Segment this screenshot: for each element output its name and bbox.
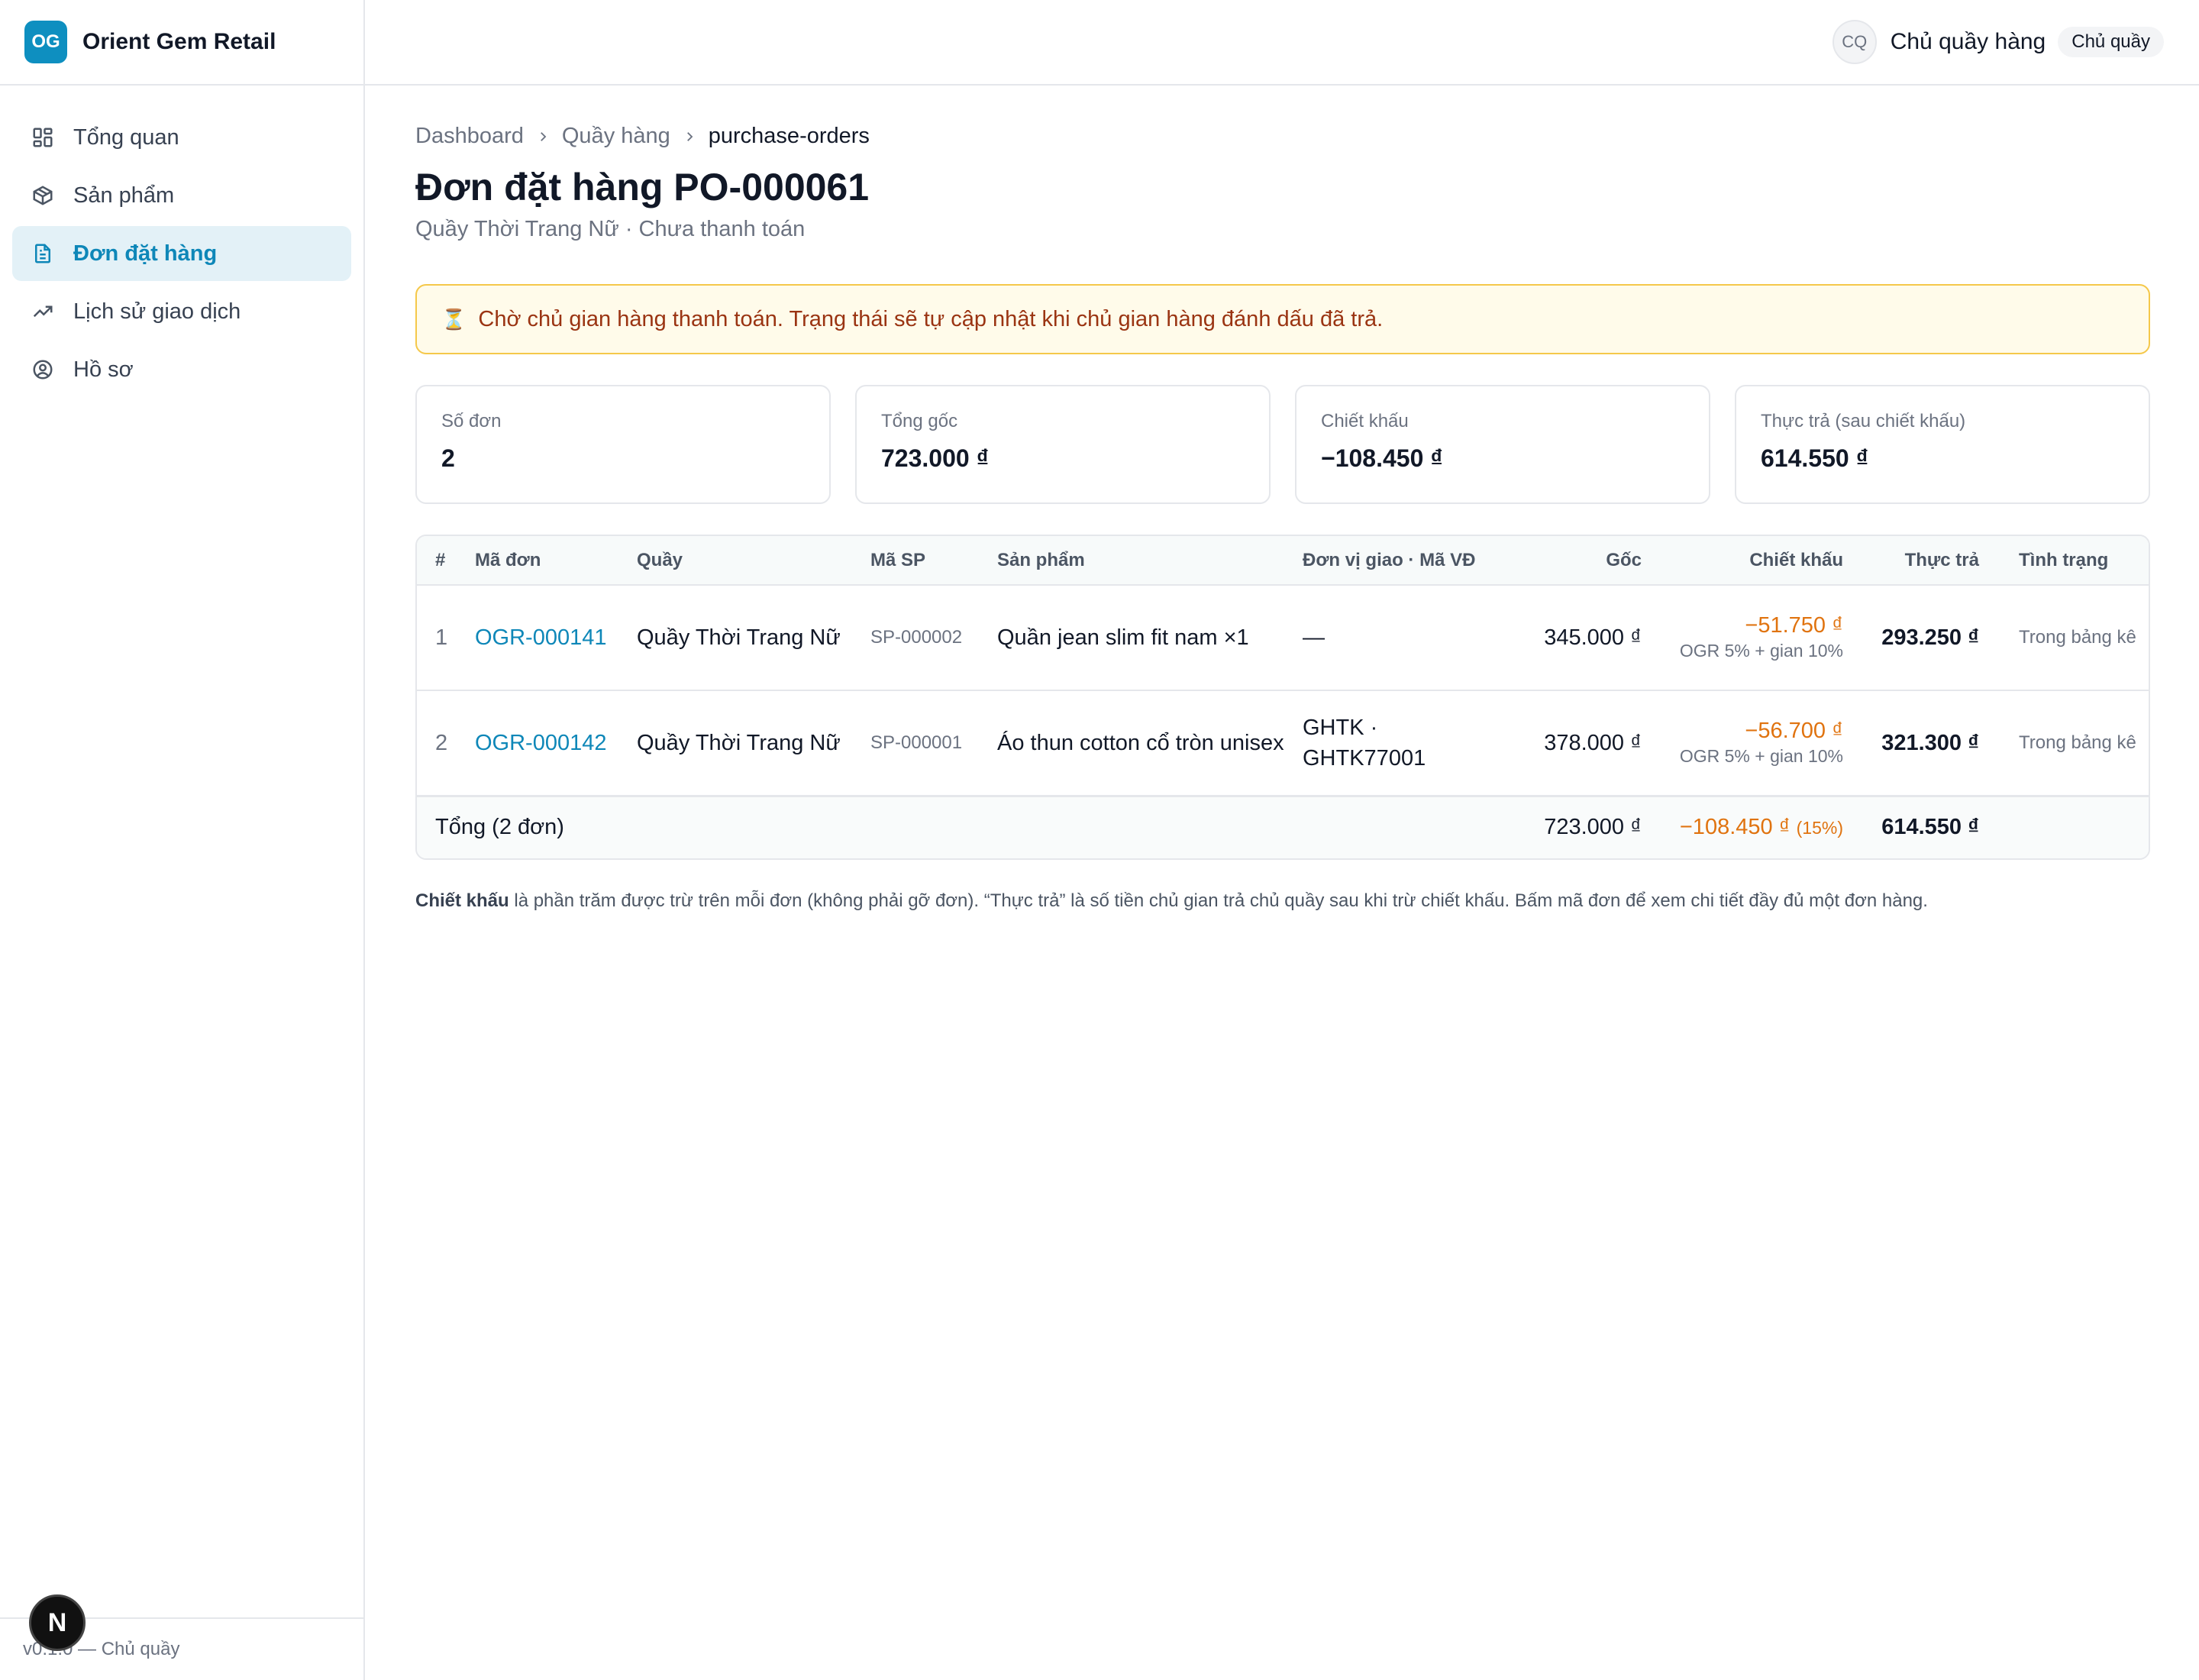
table-header-row: # Mã đơn Quầy Mã SP Sản phẩm Đơn vị giao…: [417, 536, 2149, 585]
sidebar-item-purchase-orders[interactable]: Đơn đặt hàng: [12, 226, 351, 281]
chevron-right-icon: [536, 130, 550, 144]
paid-amount: 321.300 ₫: [1852, 690, 1988, 796]
discount-cell: −56.700 ₫ OGR 5% + gian 10%: [1651, 690, 1852, 796]
stat-label: Chiết khấu: [1321, 411, 1409, 431]
document-icon: [31, 241, 55, 266]
stat-value: 614.550 ₫: [1761, 444, 1868, 472]
sidebar-item-label: Đơn đặt hàng: [73, 241, 218, 266]
user-circle-icon: [31, 357, 55, 382]
footnote-text: là phần trăm được trừ trên mỗi đơn (khôn…: [509, 890, 1928, 911]
stat-label: Thực trả (sau chiết khấu): [1761, 411, 1966, 431]
row-index: 1: [417, 584, 466, 690]
stat-card-original-total: Tổng gốc 723.000 ₫: [855, 385, 1271, 504]
sku: SP-000002: [861, 584, 988, 690]
sidebar-item-transactions[interactable]: Lịch sử giao dịch: [12, 284, 351, 339]
breadcrumb-current: purchase-orders: [708, 124, 870, 148]
total-discount-cell: −108.450 ₫ (15%): [1651, 794, 1852, 858]
breadcrumb-counter[interactable]: Quầy hàng: [562, 124, 670, 149]
discount-cell: −51.750 ₫ OGR 5% + gian 10%: [1651, 584, 1852, 690]
sidebar-item-overview[interactable]: Tổng quan: [12, 110, 351, 165]
column-header: Mã SP: [861, 536, 988, 585]
stat-label: Số đơn: [441, 411, 502, 431]
user-name: Chủ quầy hàng: [1890, 29, 2046, 54]
stat-card-discount: Chiết khấu −108.450 ₫: [1295, 385, 1710, 504]
original-amount: 378.000 ₫: [1504, 690, 1651, 796]
brand-logo: OG: [24, 21, 67, 63]
column-header: Gốc: [1504, 536, 1651, 585]
product-name: Áo thun cotton cổ tròn unisex: [997, 730, 1284, 755]
row-status: Trong bảng kê: [1988, 690, 2149, 796]
next-dev-badge[interactable]: N: [29, 1594, 86, 1651]
table-row: 2 OGR-000142 Quầy Thời Trang Nữ SP-00000…: [417, 690, 2149, 796]
discount-note: OGR 5% + gian 10%: [1679, 745, 1843, 766]
column-header: #: [417, 536, 466, 585]
original-amount: 345.000 ₫: [1504, 584, 1651, 690]
sidebar-item-profile[interactable]: Hồ sơ: [12, 342, 351, 397]
shipping-info: —: [1293, 584, 1504, 690]
sidebar-item-label: Hồ sơ: [73, 357, 134, 382]
product-name: Quần jean slim fit nam ×1: [997, 625, 1249, 650]
stats-row: Số đơn 2 Tổng gốc 723.000 ₫ Chiết khấu −…: [415, 385, 2150, 504]
sku: SP-000001: [861, 690, 988, 796]
stat-value: 2: [441, 444, 455, 472]
row-index: 2: [417, 690, 466, 796]
stat-card-net-paid: Thực trả (sau chiết khấu) 614.550 ₫: [1735, 385, 2150, 504]
brand[interactable]: OG Orient Gem Retail: [0, 0, 363, 86]
order-code-link[interactable]: OGR-000142: [475, 731, 607, 755]
sidebar-item-label: Tổng quan: [73, 124, 179, 150]
breadcrumb-dashboard[interactable]: Dashboard: [415, 124, 524, 149]
breadcrumb: Dashboard Quầy hàng purchase-orders: [415, 124, 870, 149]
total-label: Tổng (2 đơn): [417, 794, 1504, 858]
stat-value: −108.450 ₫: [1321, 444, 1443, 472]
counter-name: Quầy Thời Trang Nữ: [628, 690, 861, 796]
paid-amount: 293.250 ₫: [1852, 584, 1988, 690]
trending-up-icon: [31, 299, 55, 324]
alert-text: Chờ chủ gian hàng thanh toán. Trạng thái…: [478, 306, 1384, 331]
page-title: Đơn đặt hàng PO-000061: [415, 166, 870, 208]
grid-icon: [31, 125, 55, 150]
topbar: CQ Chủ quầy hàng Chủ quầy: [365, 0, 2199, 86]
sidebar-item-products[interactable]: Sản phẩm: [12, 168, 351, 223]
counter-name: Quầy Thời Trang Nữ: [628, 584, 861, 690]
order-code-link[interactable]: OGR-000141: [475, 625, 607, 650]
shipping-info: GHTK · GHTK77001: [1293, 690, 1504, 796]
avatar[interactable]: CQ: [1832, 20, 1877, 64]
sidebar-item-label: Sản phẩm: [73, 183, 175, 208]
sidebar-item-label: Lịch sử giao dịch: [73, 299, 241, 324]
total-paid: 614.550 ₫: [1852, 794, 1988, 858]
role-badge: Chủ quầy: [2058, 27, 2164, 57]
sidebar-nav: Tổng quan Sản phẩm Đơn đặt hàng Lịch sử …: [0, 86, 363, 425]
total-original: 723.000 ₫: [1504, 794, 1651, 858]
user-menu[interactable]: CQ Chủ quầy hàng Chủ quầy: [1832, 20, 2164, 64]
box-icon: [31, 183, 55, 208]
table-row: 1 OGR-000141 Quầy Thời Trang Nữ SP-00000…: [417, 584, 2149, 690]
column-header: Tình trạng: [1988, 536, 2149, 585]
discount-amount: −56.700 ₫: [1745, 718, 1843, 743]
page-subtitle: Quầy Thời Trang Nữ · Chưa thanh toán: [415, 217, 806, 241]
sidebar: OG Orient Gem Retail Tổng quan Sản phẩm …: [0, 0, 365, 1680]
column-header: Thực trả: [1852, 536, 1988, 585]
column-header: Sản phẩm: [988, 536, 1293, 585]
column-header: Mã đơn: [466, 536, 628, 585]
column-header: Chiết khấu: [1651, 536, 1852, 585]
total-discount: −108.450 ₫: [1679, 815, 1791, 840]
total-discount-percent: (15%): [1796, 818, 1843, 838]
stat-label: Tổng gốc: [881, 411, 958, 431]
footnote: Chiết khấu là phần trăm được trừ trên mỗ…: [415, 890, 2150, 912]
discount-amount: −51.750 ₫: [1745, 613, 1843, 638]
table-total-row: Tổng (2 đơn) 723.000 ₫ −108.450 ₫ (15%) …: [417, 794, 2149, 858]
brand-name: Orient Gem Retail: [82, 29, 276, 54]
hourglass-icon: ⏳: [441, 307, 467, 331]
stat-value: 723.000 ₫: [881, 444, 989, 472]
payment-pending-alert: ⏳ Chờ chủ gian hàng thanh toán. Trạng th…: [415, 284, 2150, 354]
column-header: Đơn vị giao · Mã VĐ: [1293, 536, 1504, 585]
discount-note: OGR 5% + gian 10%: [1679, 641, 1843, 661]
footnote-term: Chiết khấu: [415, 890, 509, 911]
orders-table: # Mã đơn Quầy Mã SP Sản phẩm Đơn vị giao…: [415, 535, 2150, 860]
column-header: Quầy: [628, 536, 861, 585]
stat-card-order-count: Số đơn 2: [415, 385, 831, 504]
chevron-right-icon: [683, 130, 696, 144]
row-status: Trong bảng kê: [1988, 584, 2149, 690]
